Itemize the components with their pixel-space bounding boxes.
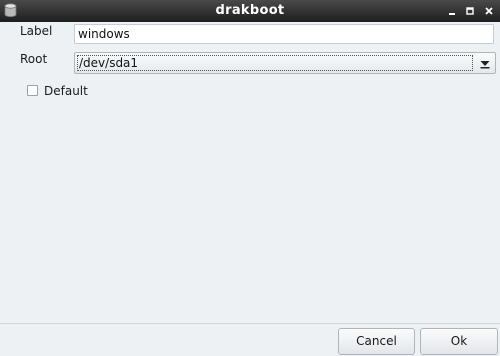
cancel-button[interactable]: Cancel	[338, 328, 415, 355]
title-bar[interactable]: drakboot	[0, 0, 500, 22]
default-checkbox-label[interactable]: Default	[44, 84, 88, 98]
drakboot-dialog: drakboot Label Root /dev/sda1 Default Ca…	[0, 0, 500, 356]
button-bar-separator	[0, 323, 500, 324]
minimize-icon[interactable]	[446, 5, 458, 17]
root-selected-value: /dev/sda1	[79, 56, 139, 70]
default-checkbox[interactable]	[27, 85, 38, 96]
label-input[interactable]	[74, 24, 494, 44]
close-icon[interactable]	[483, 5, 495, 17]
dropdown-arrow-icon[interactable]	[478, 56, 492, 70]
root-field-label: Root	[20, 52, 48, 66]
root-combobox[interactable]: /dev/sda1	[74, 52, 496, 74]
label-field-label: Label	[20, 24, 53, 38]
ok-button[interactable]: Ok	[420, 328, 498, 355]
maximize-icon[interactable]	[464, 5, 476, 17]
window-title: drakboot	[215, 3, 285, 18]
